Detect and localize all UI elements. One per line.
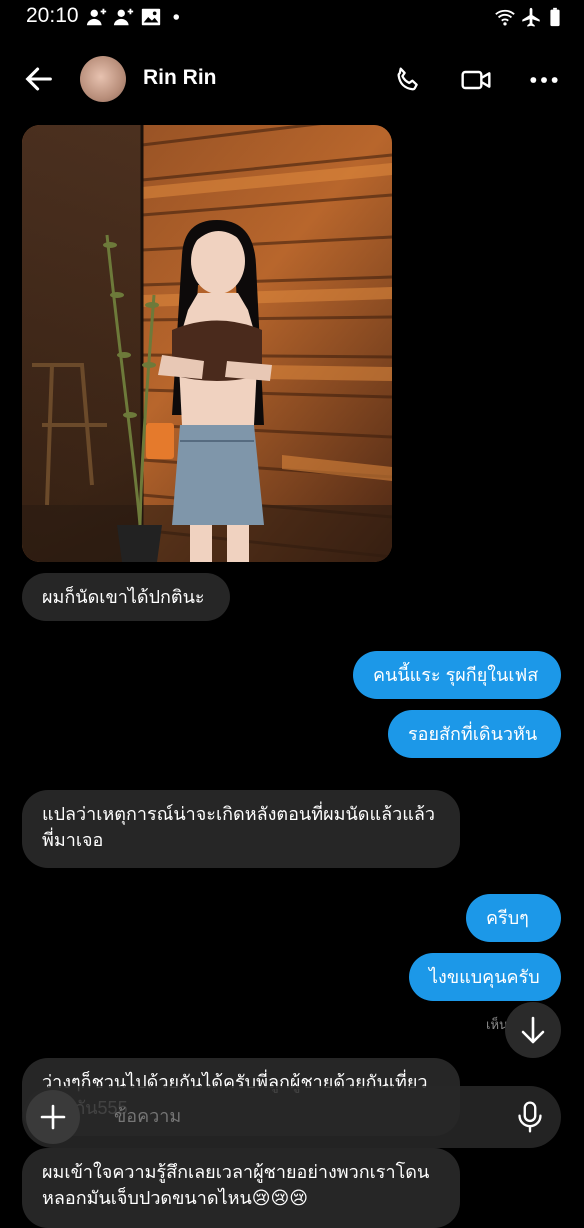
photo-image xyxy=(22,125,392,562)
battery-icon xyxy=(550,7,560,27)
arrow-down-icon xyxy=(521,1016,545,1044)
back-arrow-icon[interactable] xyxy=(22,62,56,96)
status-bar: 20:10 xyxy=(0,0,584,36)
avatar[interactable] xyxy=(80,56,126,102)
more-options-icon[interactable] xyxy=(528,64,560,96)
status-time: 20:10 xyxy=(26,4,79,27)
message-composer xyxy=(22,1086,561,1148)
message-outgoing[interactable]: ไงขแบคุนครับ xyxy=(409,953,561,1001)
add-attachment-button[interactable] xyxy=(26,1090,80,1144)
image-icon xyxy=(141,8,161,26)
shared-photo[interactable] xyxy=(22,125,392,562)
message-outgoing[interactable]: คนนี้แระ รุผกียุในเฟส xyxy=(353,651,561,699)
plus-icon xyxy=(40,1104,66,1130)
message-input[interactable] xyxy=(112,1105,476,1128)
chat-header: Rin Rin xyxy=(0,44,584,116)
wifi-icon xyxy=(495,9,515,26)
message-outgoing[interactable]: รอยสักที่เดินวหัน xyxy=(388,710,561,758)
message-incoming[interactable]: ผมก็นัดเขาได้ปกตินะ xyxy=(22,573,230,621)
person-add-icon xyxy=(86,8,107,26)
message-outgoing[interactable]: ครีบๆ xyxy=(466,894,561,942)
person-add-icon xyxy=(113,8,134,26)
message-incoming[interactable]: ผมเข้าใจความรู้สึกเลยเวลาผู้ชายอย่างพวกเ… xyxy=(22,1148,460,1228)
scroll-to-bottom-button[interactable] xyxy=(505,1002,561,1058)
phone-icon[interactable] xyxy=(392,64,424,96)
video-call-icon[interactable] xyxy=(460,64,492,96)
airplane-icon xyxy=(522,7,540,27)
message-incoming[interactable]: แปลว่าเหตุการณ์น่าจะเกิดหลังตอนที่ผมนัดแ… xyxy=(22,790,460,868)
microphone-icon[interactable] xyxy=(514,1100,546,1134)
contact-name[interactable]: Rin Rin xyxy=(143,66,217,90)
dot-icon xyxy=(173,14,179,20)
